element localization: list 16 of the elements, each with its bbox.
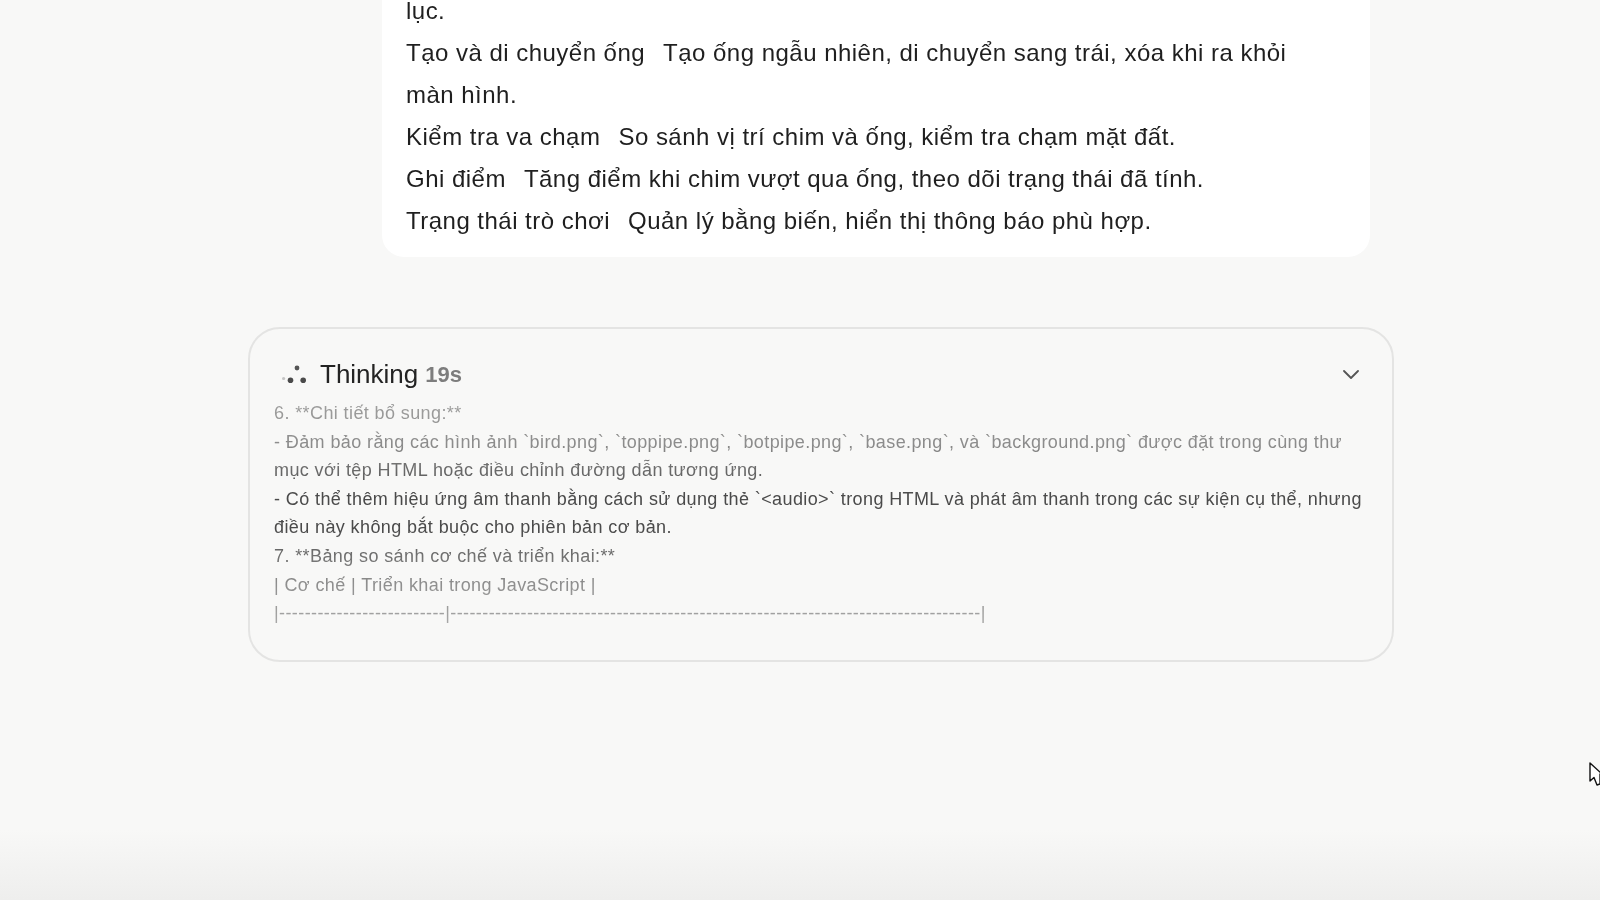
table-row-text: Tạo và di chuyển ống Tạo ống ngẫu nhiên, di chuyển sang trái, xóa khi ra khỏi màn hình.: [406, 38, 1288, 110]
thinking-text: - Đảm bảo rằng các hình ảnh `bird.png`, `toppipe.png`, `botpipe.png`, `base.png`, và `background.png` được đặt trong cùng thư mục với tệp HTML hoặc điều chỉnh đường dẫn tương ứng.: [274, 430, 1343, 483]
thinking-title: Thinking: [320, 357, 419, 391]
thinking-text: 6. **Chi tiết bổ sung:**: [274, 402, 463, 425]
dots-spinner-icon: [282, 365, 306, 383]
table-row-text: Trạng thái trò chơi Quản lý bằng biến, hiển thị thông báo phù hợp.: [406, 206, 1153, 236]
chevron-down-icon[interactable]: [1343, 369, 1359, 379]
thinking-duration: 19s: [425, 360, 462, 389]
table-row-text: Ghi điểm Tăng điểm khi chim vượt qua ống, theo dõi trạng thái đã tính.: [406, 164, 1206, 194]
table-row-text: Kiểm tra va chạm So sánh vị trí chim và ống, kiểm tra chạm mặt đất.: [406, 122, 1177, 152]
message-text: lục.: [406, 0, 447, 26]
thinking-text: |--------------------------|-----------------------------------------------------------------------------------|: [274, 602, 987, 626]
mouse-pointer-icon: [1589, 762, 1600, 788]
thinking-text: 7. **Bảng so sánh cơ chế và triển khai:**: [274, 544, 617, 568]
thinking-text: | Cơ chế | Triển khai trong JavaScript |: [274, 573, 597, 597]
thinking-text: - Có thể thêm hiệu ứng âm thanh bằng cách sử dụng thẻ `<audio>` trong HTML và phát âm thanh trong các sự kiện cụ thể, nhưng điều này không bắt buộc cho phiên bản cơ bản.: [274, 487, 1363, 540]
